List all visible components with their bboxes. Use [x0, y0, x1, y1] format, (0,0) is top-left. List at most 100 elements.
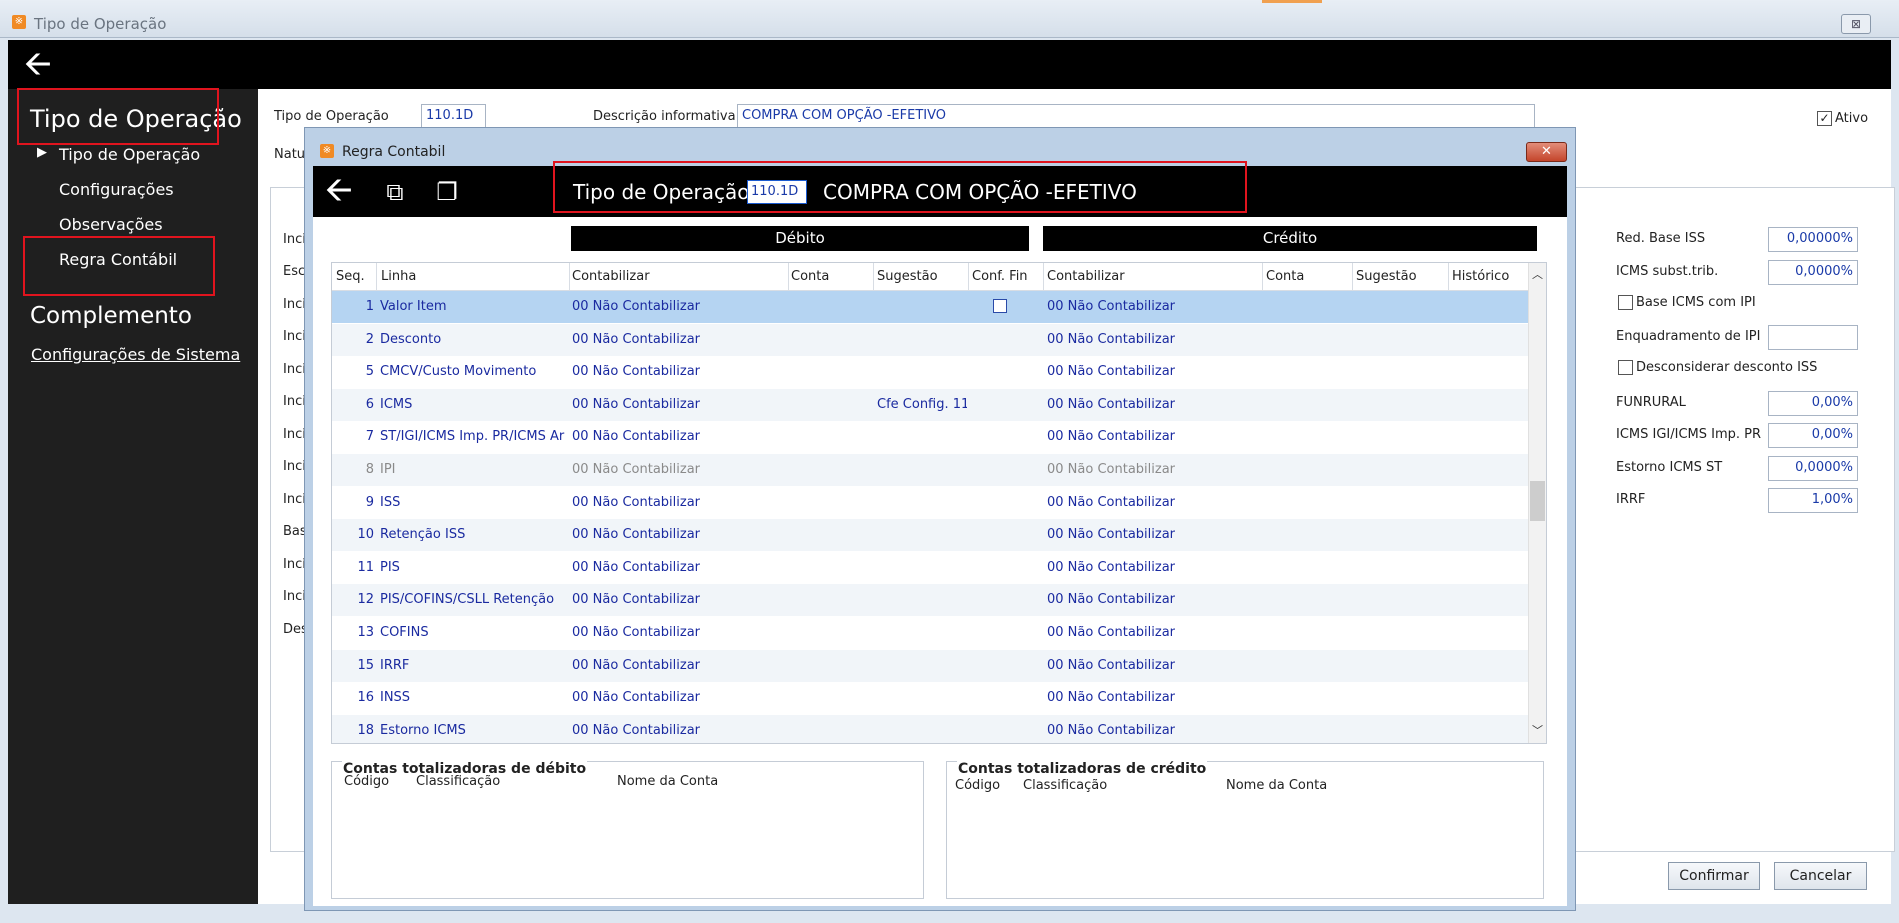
- row-linha: INSS: [380, 690, 411, 706]
- row-linha: IPI: [380, 462, 396, 477]
- table-row[interactable]: 13 COFINS 00 Não Contabilizar 00 Não Contab…: [332, 617, 1528, 649]
- form-field-label: Inci: [283, 394, 306, 409]
- table-row[interactable]: 7 ST/IGI/ICMS Imp. PR/ICMS Ar 00 Não Conta…: [332, 421, 1528, 453]
- row-cred-contabilizar: 00 Não Contabilizar: [1047, 722, 1176, 738]
- row-linha: Estorno ICMS: [380, 722, 466, 738]
- row-cred-contabilizar: 00 Não Contabilizar: [1047, 592, 1176, 608]
- right-field-label: Enquadramento de IPI: [1616, 329, 1761, 344]
- accent-strip: [1262, 0, 1322, 3]
- window-title: Tipo de Operação: [34, 15, 167, 33]
- table-row[interactable]: 15 IRRF 00 Não Contabilizar 00 Não Contabil…: [332, 649, 1528, 682]
- table-row[interactable]: 16 INSS 00 Não Contabilizar 00 Não Contabil…: [332, 682, 1528, 714]
- col-cred-contabilizar[interactable]: Contabilizar: [1047, 269, 1125, 284]
- vertical-scrollbar[interactable]: ︿ ﹀: [1528, 263, 1546, 743]
- row-cred-contabilizar: 00 Não Contabilizar: [1047, 364, 1176, 380]
- row-seq: 6: [365, 396, 374, 412]
- scrollbar-thumb[interactable]: [1530, 481, 1545, 521]
- app-icon: ※: [12, 15, 26, 29]
- right-field-input[interactable]: 0,00%: [1768, 391, 1858, 416]
- chevron-down-icon[interactable]: ﹀: [1529, 721, 1546, 741]
- checkbox-unchecked-icon[interactable]: [1618, 295, 1633, 310]
- right-field-input[interactable]: 1,00%: [1768, 488, 1858, 513]
- row-seq: 8: [365, 462, 374, 477]
- highlight-box: [553, 161, 1247, 213]
- table-row[interactable]: 2 Desconto 00 Não Contabilizar 00 Não Conta…: [332, 323, 1528, 356]
- col-linha[interactable]: Linha: [381, 269, 416, 284]
- descricao-input[interactable]: COMPRA COM OPÇÃO -EFETIVO: [737, 104, 1535, 129]
- col-deb-sugestao[interactable]: Sugestão: [877, 269, 938, 284]
- right-field-input[interactable]: [1768, 325, 1858, 350]
- row-sugestao: Cfe Config. 1150: [877, 396, 967, 412]
- tipo-operacao-input[interactable]: 110.1D: [421, 104, 486, 129]
- row-deb-contabilizar: 00 Não Contabilizar: [572, 331, 701, 347]
- copy-icon[interactable]: ❐: [433, 178, 461, 206]
- back-arrow-icon[interactable]: 🡨: [325, 171, 353, 209]
- checkbox-label: Desconsiderar desconto ISS: [1636, 360, 1818, 375]
- table-row[interactable]: 18 Estorno ICMS 00 Não Contabilizar 00 Não …: [332, 714, 1528, 743]
- confirmar-button[interactable]: Confirmar: [1668, 862, 1760, 890]
- checkbox-unchecked-icon[interactable]: [1618, 360, 1633, 375]
- row-deb-contabilizar: 00 Não Contabilizar: [572, 299, 701, 314]
- col-deb-conta[interactable]: Conta: [791, 269, 829, 284]
- col-conf-fin[interactable]: Conf. Fin: [972, 269, 1028, 284]
- right-field-label: IRRF: [1616, 492, 1646, 507]
- checkbox-label: Base ICMS com IPI: [1636, 295, 1756, 310]
- totais-debito-col-nome: Nome da Conta: [617, 774, 719, 789]
- ativo-checkbox[interactable]: ✓ Ativo: [1817, 111, 1868, 126]
- col-deb-contabilizar[interactable]: Contabilizar: [572, 269, 650, 284]
- row-seq: 18: [357, 722, 374, 738]
- right-field-input[interactable]: 0,00%: [1768, 423, 1858, 448]
- row-deb-contabilizar: 00 Não Contabilizar: [572, 429, 701, 445]
- conf-fin-checkbox-icon[interactable]: [993, 299, 1007, 313]
- window-close-button[interactable]: ⊠: [1841, 14, 1871, 34]
- app-icon: ※: [320, 144, 334, 158]
- dialog-close-button[interactable]: ✕: [1526, 142, 1567, 162]
- row-linha: ISS: [380, 494, 401, 510]
- col-cred-conta[interactable]: Conta: [1266, 269, 1304, 284]
- row-deb-contabilizar: 00 Não Contabilizar: [572, 527, 701, 543]
- row-deb-contabilizar: 00 Não Contabilizar: [572, 396, 701, 412]
- sidebar-item-observacoes[interactable]: Observações: [59, 215, 163, 234]
- table-row[interactable]: 9 ISS 00 Não Contabilizar 00 Não Contabiliz…: [332, 487, 1528, 519]
- cancelar-button[interactable]: Cancelar: [1774, 862, 1867, 890]
- col-cred-sugestao[interactable]: Sugestão: [1356, 269, 1417, 284]
- checkbox-field[interactable]: Desconsiderar desconto ISS: [1618, 360, 1817, 375]
- row-cred-contabilizar: 00 Não Contabilizar: [1047, 559, 1176, 575]
- row-deb-contabilizar: 00 Não Contabilizar: [572, 625, 701, 640]
- right-field-input[interactable]: 0,00000%: [1768, 227, 1858, 252]
- row-cred-contabilizar: 00 Não Contabilizar: [1047, 299, 1176, 314]
- table-row[interactable]: 8 IPI 00 Não Contabilizar 00 Não Contabiliz…: [332, 454, 1528, 486]
- col-historico[interactable]: Histórico: [1452, 269, 1509, 284]
- back-arrow-icon[interactable]: 🡨: [24, 46, 52, 82]
- totais-credito-title: Contas totalizadoras de crédito: [957, 761, 1208, 777]
- table-row[interactable]: 6 ICMS 00 Não Contabilizar Cfe Config. 1150…: [332, 388, 1528, 421]
- row-seq: 15: [357, 657, 374, 673]
- dialog-titlebar: ※ Regra Contabil ✕: [305, 128, 1575, 164]
- checkbox-field[interactable]: Base ICMS com IPI: [1618, 295, 1756, 310]
- table-row[interactable]: 1 Valor Item 00 Não Contabilizar 00 Não Con…: [332, 291, 1528, 323]
- row-seq: 5: [365, 364, 374, 380]
- chevron-up-icon[interactable]: ︿: [1529, 265, 1546, 285]
- window-titlebar: ※ Tipo de Operação ⊠: [0, 0, 1899, 38]
- form-field-label: Inci: [283, 329, 306, 344]
- row-deb-contabilizar: 00 Não Contabilizar: [572, 494, 701, 510]
- table-row[interactable]: 10 Retenção ISS 00 Não Contabilizar 00 Não …: [332, 519, 1528, 552]
- debito-header: Débito: [571, 226, 1029, 251]
- checkbox-checked-icon[interactable]: ✓: [1817, 111, 1832, 126]
- form-field-label: Inci: [283, 492, 306, 507]
- sidebar-item-configuracoes[interactable]: Configurações: [59, 180, 174, 199]
- descricao-label: Descrição informativa: [593, 109, 736, 124]
- import-icon[interactable]: ⧉: [381, 178, 409, 206]
- totais-debito-panel: Contas totalizadoras de débito Código Cl…: [331, 761, 924, 899]
- configuracoes-sistema-link[interactable]: Configurações de Sistema: [31, 345, 240, 364]
- right-field-input[interactable]: 0,0000%: [1768, 456, 1858, 481]
- regra-contabil-dialog: ※ Regra Contabil ✕ 🡨 ⧉ ❐ Tipo de Operaçã…: [304, 127, 1576, 911]
- right-field-input[interactable]: 0,0000%: [1768, 260, 1858, 285]
- sidebar-item-tipo-de-operacao[interactable]: Tipo de Operação: [59, 145, 200, 164]
- table-row[interactable]: 5 CMCV/Custo Movimento 00 Não Contabilizar…: [332, 356, 1528, 388]
- row-linha: Desconto: [380, 331, 442, 347]
- col-seq[interactable]: Seq.: [336, 269, 365, 284]
- table-row[interactable]: 11 PIS 00 Não Contabilizar 00 Não Contabili…: [332, 552, 1528, 584]
- row-seq: 16: [357, 690, 374, 706]
- table-row[interactable]: 12 PIS/COFINS/CSLL Retenção 00 Não Contabi…: [332, 584, 1528, 617]
